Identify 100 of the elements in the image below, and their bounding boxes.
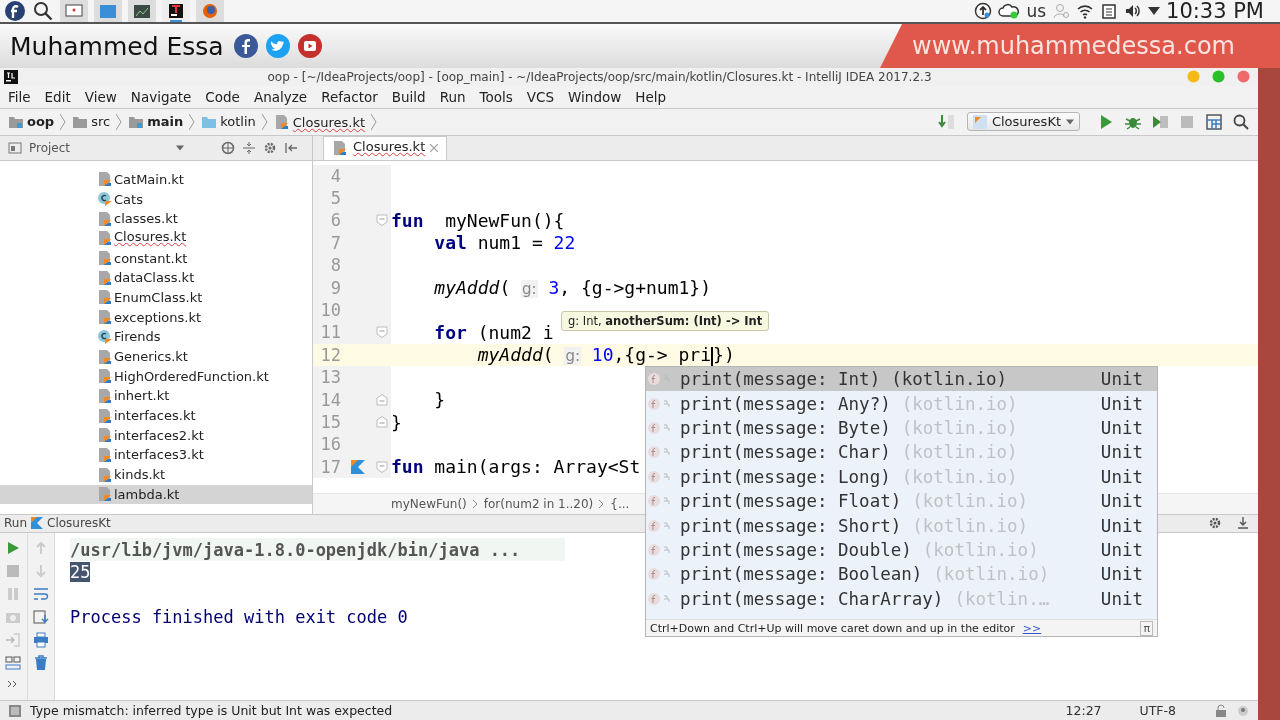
lock-icon[interactable] xyxy=(1214,703,1228,718)
breadcrumb-item[interactable]: oop xyxy=(27,114,55,134)
file-name[interactable]: constant.kt xyxy=(114,250,188,266)
console-command: /usr/lib/jvm/java-1.8.0-openjdk/bin/java ... xyxy=(70,539,521,560)
completion-signature: print(message: Char) xyxy=(680,442,891,463)
return-type: Unit xyxy=(1100,515,1143,536)
kotlin-file-icon xyxy=(97,289,113,306)
kotlin-file-icon xyxy=(97,447,113,463)
breadcrumb-item[interactable]: kotlin xyxy=(220,114,256,134)
layout-icon[interactable] xyxy=(5,655,22,672)
kotlin-run-icon[interactable] xyxy=(350,458,366,475)
breadcrumb-item[interactable]: main xyxy=(147,114,184,134)
menu-item[interactable]: VCS xyxy=(525,88,562,105)
line-number: 5 xyxy=(329,188,341,209)
file-name[interactable]: CatMain.kt xyxy=(114,171,184,187)
file-name[interactable]: kinds.kt xyxy=(114,467,166,483)
return-type: Unit xyxy=(1100,491,1143,512)
search-icon[interactable] xyxy=(1232,112,1250,131)
menu-item[interactable]: Refactor xyxy=(320,88,385,105)
locate-icon[interactable] xyxy=(221,140,235,155)
close-button[interactable] xyxy=(1237,70,1250,84)
file-name[interactable]: classes.kt xyxy=(114,211,178,227)
scroll-to-end-icon[interactable] xyxy=(32,609,49,626)
file-name[interactable]: Closures.kt xyxy=(114,229,187,248)
file-name[interactable]: Generics.kt xyxy=(114,349,188,365)
file-name[interactable]: inhert.kt xyxy=(114,388,170,404)
trash-icon[interactable] xyxy=(32,655,49,672)
close-icon[interactable] xyxy=(430,144,439,152)
breadcrumb-item[interactable]: src xyxy=(91,114,111,134)
collapse-icon[interactable] xyxy=(242,140,256,155)
browser-app-icon[interactable] xyxy=(196,0,224,22)
inspector-icon[interactable] xyxy=(1236,703,1250,718)
more-link[interactable]: >> xyxy=(1022,621,1042,635)
selected-row[interactable]: lambda.kt xyxy=(0,484,312,505)
menu-item[interactable]: View xyxy=(83,88,124,105)
breadcrumb-item[interactable]: {... xyxy=(610,496,630,511)
monitor-app-icon[interactable] xyxy=(128,0,156,22)
menu-item[interactable]: Code xyxy=(204,88,247,105)
chevron-icon xyxy=(189,113,196,130)
clipboard-icon[interactable] xyxy=(1100,2,1118,20)
ide-logo-icon xyxy=(4,69,18,84)
run-configuration-dropdown[interactable]: ClosuresKt xyxy=(966,112,1080,132)
file-name[interactable]: dataClass.kt xyxy=(114,270,195,286)
hide-panel-icon[interactable] xyxy=(1236,516,1250,531)
clock[interactable]: 10:33 PM xyxy=(1166,0,1264,23)
caret-position[interactable]: 12:27 xyxy=(1065,703,1102,719)
menu-item[interactable]: Tools xyxy=(478,88,520,105)
maximize-button[interactable] xyxy=(1212,70,1225,84)
code-line: } xyxy=(433,389,446,411)
line-number: 10 xyxy=(319,300,341,321)
print-icon[interactable] xyxy=(32,632,49,649)
file-name[interactable]: Firends xyxy=(114,329,161,345)
editor-tab[interactable]: Closures.kt xyxy=(323,135,448,160)
completion-signature: print(message: Long) xyxy=(680,466,891,487)
soft-wrap-icon[interactable] xyxy=(32,586,49,603)
menu-item[interactable]: Help xyxy=(634,88,674,105)
update-icon[interactable] xyxy=(974,2,993,20)
project-structure-icon[interactable] xyxy=(1205,112,1223,131)
kotlin-file-icon xyxy=(97,427,113,444)
gear-icon[interactable] xyxy=(263,140,277,155)
menu-item[interactable]: Analyze xyxy=(252,88,315,105)
tab-label[interactable]: Closures.kt xyxy=(353,139,426,157)
fedora-logo-icon[interactable] xyxy=(4,0,26,22)
breadcrumb-item[interactable]: myNewFun() xyxy=(391,496,467,511)
menu-item[interactable]: File xyxy=(7,88,38,105)
file-name[interactable]: HighOrderedFunction.kt xyxy=(114,368,269,384)
build-icon[interactable] xyxy=(937,112,956,131)
volume-icon[interactable] xyxy=(1124,2,1142,20)
panel-title[interactable]: Run xyxy=(4,516,27,531)
breadcrumb-item[interactable]: Closures.kt xyxy=(292,114,366,133)
return-type: Unit xyxy=(1100,588,1143,609)
completion-item[interactable]: print(message: Int) (kotlin.io) Unit xyxy=(646,367,1157,392)
screen-app-icon[interactable] xyxy=(60,0,88,22)
file-encoding[interactable]: UTF-8 xyxy=(1139,703,1176,719)
breadcrumb-item[interactable]: for(num2 in 1..20) xyxy=(483,496,594,511)
line-number: 16 xyxy=(319,434,341,455)
ide-app-icon[interactable] xyxy=(162,0,190,22)
menu-item[interactable]: Run xyxy=(438,88,473,105)
file-name[interactable]: interfaces2.kt xyxy=(114,427,204,443)
pin-button[interactable]: π xyxy=(1140,620,1153,636)
file-name[interactable]: interfaces3.kt xyxy=(114,447,204,463)
search-icon[interactable] xyxy=(32,0,54,22)
menu-item[interactable]: Build xyxy=(390,88,433,105)
file-name[interactable]: Cats xyxy=(114,191,143,207)
menu-item[interactable]: Navigate xyxy=(129,88,199,105)
run-tab-label[interactable]: ClosuresKt xyxy=(47,516,111,531)
menu-item[interactable]: Window xyxy=(567,88,629,105)
panel-toggle-icon[interactable] xyxy=(8,703,22,718)
file-name[interactable]: EnumClass.kt xyxy=(114,290,203,305)
file-name[interactable]: lambda.kt xyxy=(114,486,180,502)
menu-item[interactable]: Edit xyxy=(43,88,78,105)
return-type: Unit xyxy=(1100,442,1143,463)
keyboard-layout[interactable]: us xyxy=(1026,1,1046,21)
file-name[interactable]: exceptions.kt xyxy=(114,309,202,325)
gear-icon[interactable] xyxy=(1208,516,1222,531)
hide-panel-icon[interactable] xyxy=(284,140,298,155)
wifi-icon[interactable] xyxy=(1076,2,1094,20)
folder-app-icon[interactable] xyxy=(94,0,122,22)
file-name[interactable]: interfaces.kt xyxy=(114,408,196,424)
dropdown-caret-icon[interactable] xyxy=(1148,5,1160,17)
